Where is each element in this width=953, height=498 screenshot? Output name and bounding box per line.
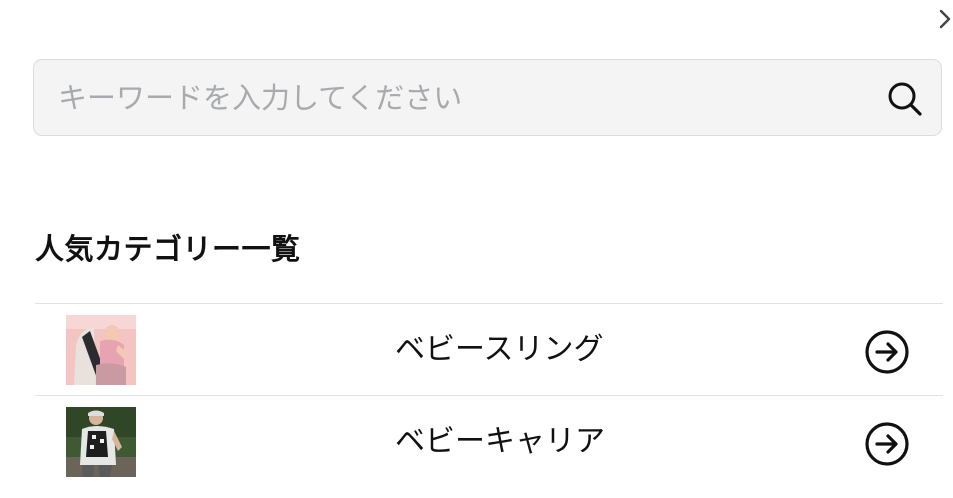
category-list: ベビースリング ベビーキャリア	[35, 303, 943, 487]
category-label: ベビーキャリア	[395, 424, 605, 459]
search-drawer: 人気カテゴリー一覧 ベビースリング	[0, 0, 953, 498]
search-input[interactable]	[34, 60, 874, 135]
popular-categories-title: 人気カテゴリー一覧	[35, 232, 301, 266]
close-drawer-button[interactable]	[937, 6, 953, 32]
category-item-baby-sling[interactable]: ベビースリング	[35, 304, 943, 396]
search-icon[interactable]	[886, 80, 924, 118]
category-item-baby-carrier[interactable]: ベビーキャリア	[35, 396, 943, 487]
category-label: ベビースリング	[395, 332, 604, 367]
search-bar	[33, 59, 942, 136]
baby-carrier-thumbnail	[66, 407, 136, 477]
arrow-circle-right-icon[interactable]	[864, 329, 910, 375]
arrow-circle-right-icon[interactable]	[864, 421, 910, 467]
chevron-right-icon	[939, 9, 951, 29]
baby-sling-thumbnail	[66, 315, 136, 385]
